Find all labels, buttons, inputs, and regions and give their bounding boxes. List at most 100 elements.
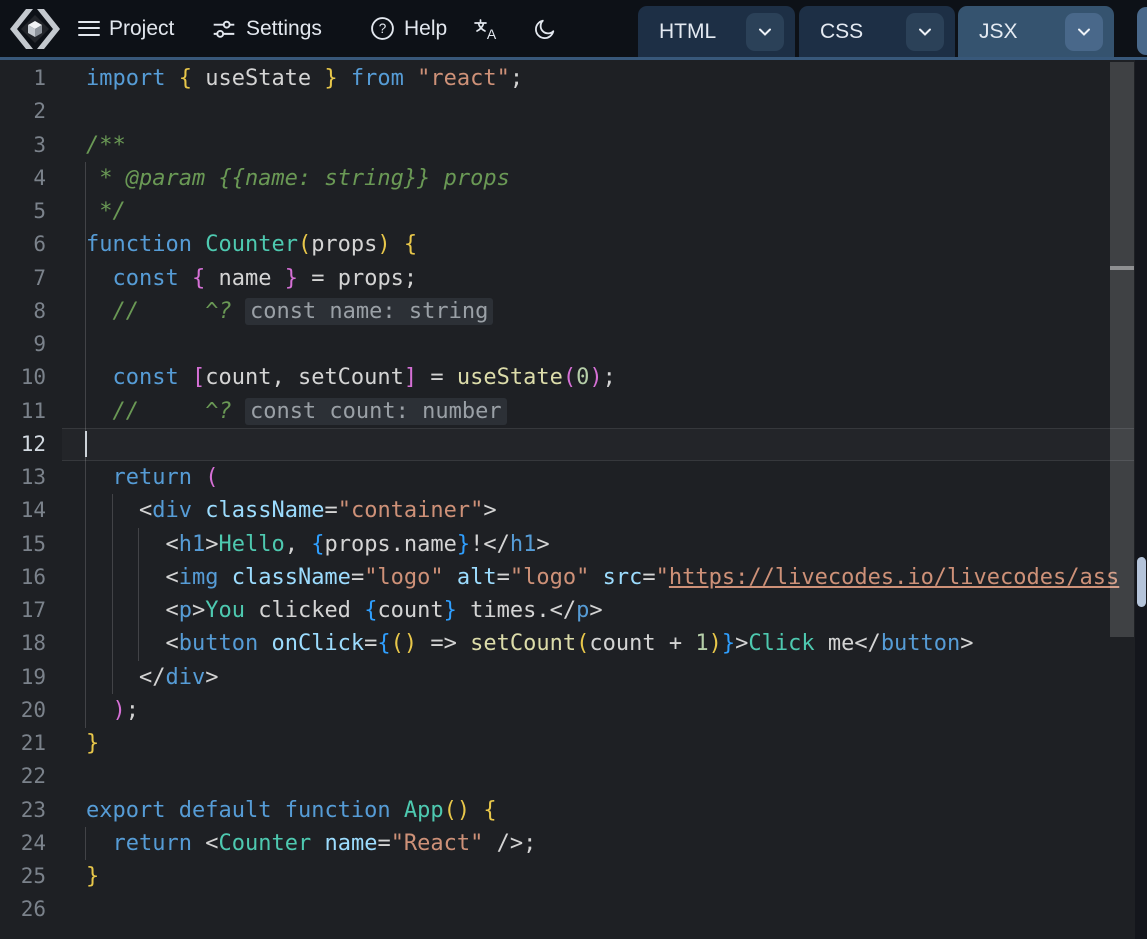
code-token: 1 — [695, 631, 708, 656]
page-scrollbar-thumb[interactable] — [1137, 557, 1146, 607]
line-number: 2 — [0, 95, 46, 128]
code-token: > — [205, 665, 218, 690]
code-token: button — [179, 631, 258, 656]
code-line[interactable]: 20 ); — [0, 694, 1135, 727]
code-line[interactable]: 18 <button onClick={() => setCount(count… — [0, 627, 1135, 660]
dark-mode-toggle[interactable] — [530, 14, 560, 44]
line-number: 25 — [0, 860, 46, 893]
code-line[interactable]: 25} — [0, 860, 1135, 893]
code-token: { — [364, 598, 377, 623]
code-token — [179, 266, 192, 291]
code-token: => — [417, 631, 470, 656]
code-token: h1 — [179, 532, 206, 557]
code-line[interactable]: 1import { useState } from "react"; — [0, 62, 1135, 95]
line-number: 5 — [0, 195, 46, 228]
code-token: src — [603, 565, 643, 590]
code-token: clicked — [245, 598, 364, 623]
code-token: name — [205, 266, 284, 291]
html-language-dropdown[interactable] — [746, 13, 784, 51]
code-token: > — [960, 631, 973, 656]
tab-jsx[interactable]: JSX — [958, 6, 1114, 57]
code-token: = — [351, 565, 364, 590]
code-line[interactable]: 17 <p>You clicked {count} times.</p> — [0, 594, 1135, 627]
code-token — [258, 631, 271, 656]
code-token: > — [205, 532, 218, 557]
settings-menu[interactable]: Settings — [211, 0, 322, 57]
code-token: // ^? — [86, 399, 245, 424]
livecodes-logo[interactable] — [6, 7, 64, 51]
jsx-language-dropdown[interactable] — [1065, 13, 1103, 51]
code-token — [589, 565, 602, 590]
code-token — [179, 365, 192, 390]
code-token: props.name — [324, 532, 456, 557]
code-line[interactable]: 21} — [0, 727, 1135, 760]
code-line[interactable]: 9 — [0, 328, 1135, 361]
project-menu[interactable]: Project — [78, 0, 174, 57]
code-token: count + — [589, 631, 695, 656]
code-token: { — [404, 232, 417, 257]
code-line[interactable]: 11 // ^? const count: number — [0, 395, 1135, 428]
chevron-down-icon — [1076, 24, 1092, 40]
code-token: = — [417, 365, 457, 390]
code-token — [192, 232, 205, 257]
code-line[interactable]: 16 <img className="logo" alt="logo" src=… — [0, 561, 1135, 594]
tab-html[interactable]: HTML — [638, 6, 795, 57]
code-token — [444, 565, 457, 590]
code-line[interactable]: 2 — [0, 95, 1135, 128]
code-line[interactable]: 8 // ^? const name: string — [0, 295, 1135, 328]
code-token: ( — [576, 631, 589, 656]
tab-partial-edge[interactable] — [1137, 7, 1147, 55]
code-token: function — [86, 232, 192, 257]
css-language-dropdown[interactable] — [906, 13, 944, 51]
code-token: < — [86, 565, 179, 590]
code-line[interactable]: 24 return <Counter name="React" />; — [0, 827, 1135, 860]
help-menu[interactable]: ? Help — [370, 0, 447, 57]
code-line[interactable]: 13 return ( — [0, 461, 1135, 494]
code-line[interactable]: 23export default function App() { — [0, 794, 1135, 827]
code-line[interactable]: 5 */ — [0, 195, 1135, 228]
line-number: 9 — [0, 328, 46, 361]
code-token: () — [391, 631, 418, 656]
tab-css[interactable]: CSS — [799, 6, 955, 57]
translate-button[interactable]: A — [471, 14, 501, 44]
chevron-down-icon — [757, 24, 773, 40]
url-link[interactable]: https://livecodes.io/livecodes/ass — [669, 565, 1119, 590]
code-token: div — [152, 498, 192, 523]
code-token: { — [377, 631, 390, 656]
code-token: > — [536, 532, 549, 557]
code-token: count, setCount — [205, 365, 404, 390]
dark-mode-moon-icon — [533, 17, 557, 41]
code-line[interactable]: 19 </div> — [0, 661, 1135, 694]
code-line[interactable]: 14 <div className="container"> — [0, 494, 1135, 527]
editor-scrollbar-thumb[interactable] — [1110, 62, 1134, 637]
code-line[interactable]: 22 — [0, 760, 1135, 793]
code-line[interactable]: 3/** — [0, 129, 1135, 162]
code-line[interactable]: 6function Counter(props) { — [0, 228, 1135, 261]
code-token: , — [285, 532, 312, 557]
code-token: = — [364, 631, 377, 656]
code-editor[interactable]: 1import { useState } from "react";23/**4… — [0, 60, 1147, 939]
line-number: 19 — [0, 661, 46, 694]
code-token: me</ — [815, 631, 881, 656]
code-line[interactable]: 7 const { name } = props; — [0, 262, 1135, 295]
page-scrollbar-track — [1135, 60, 1147, 939]
code-token — [192, 498, 205, 523]
code-line[interactable]: 4 * @param {{name: string}} props — [0, 162, 1135, 195]
code-token: } — [86, 731, 99, 756]
code-token: />; — [483, 831, 536, 856]
livecodes-app: Project Settings ? Help A — [0, 0, 1147, 939]
code-token: button — [881, 631, 960, 656]
code-line[interactable]: 10 const [count, setCount] = useState(0)… — [0, 361, 1135, 394]
code-token: p — [179, 598, 192, 623]
code-token: } — [324, 66, 337, 91]
code-token: > — [483, 498, 496, 523]
code-token: App — [404, 798, 444, 823]
code-line[interactable]: 12 — [0, 428, 1135, 461]
code-line[interactable]: 26 — [0, 893, 1135, 926]
code-token: "logo" — [510, 565, 589, 590]
type-inlay-hint: const count: number — [245, 398, 507, 425]
code-token: " — [656, 565, 669, 590]
line-number: 14 — [0, 494, 46, 527]
code-token: { — [483, 798, 496, 823]
code-line[interactable]: 15 <h1>Hello, {props.name}!</h1> — [0, 528, 1135, 561]
